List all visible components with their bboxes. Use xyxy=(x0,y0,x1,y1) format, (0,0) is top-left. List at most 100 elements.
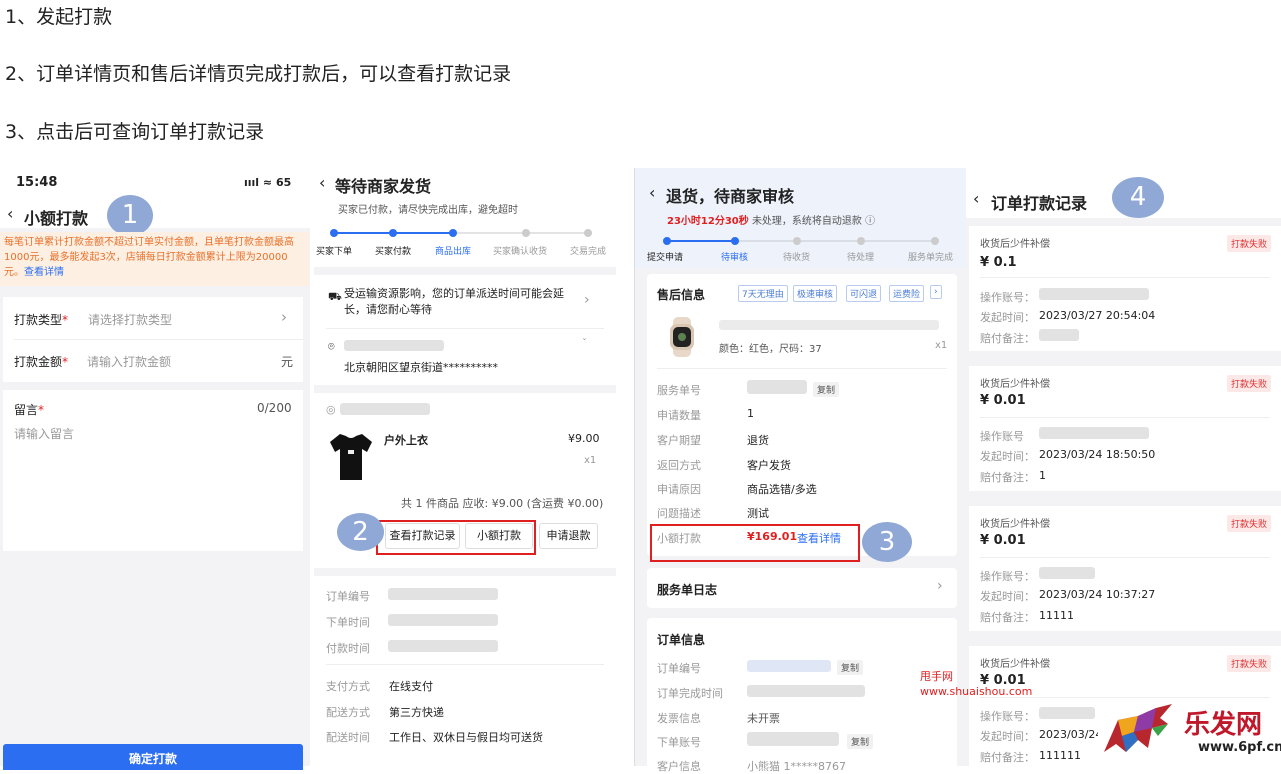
delivery-time-label: 配送时间 xyxy=(326,731,370,744)
countdown: 23小时12分30秒 未处理，系统将自动退款 ⓘ xyxy=(667,216,876,227)
message-card: 留言* 0/200 请输入留言 xyxy=(3,390,303,551)
apply-count-value: 1 xyxy=(747,407,754,420)
product-price: ¥9.00 xyxy=(568,432,600,445)
record-time-label: 发起时间： xyxy=(980,590,1035,603)
tag-flash-refund: 可闪退 xyxy=(846,285,882,302)
chevron-right-icon[interactable]: › xyxy=(584,292,590,308)
expectation-label: 客户期望 xyxy=(657,434,701,447)
copy-service-no-button[interactable]: 复制 xyxy=(813,382,840,397)
product-quantity: x1 xyxy=(935,340,948,351)
step-2-text: 2、订单详情页和售后详情页完成打款后，可以查看打款记录 xyxy=(5,63,512,85)
step-marker-4: 4 xyxy=(1112,177,1164,218)
highlight-box-2 xyxy=(376,520,536,555)
record-status-badge: 打款失败 xyxy=(1227,515,1272,532)
location-pin-icon: ⌾ xyxy=(328,340,335,353)
delivery-method-label: 配送方式 xyxy=(326,706,370,719)
panel-micro-payment: 15:48 ıııl ≈ 65 ‹ 小额打款 1 每笔订单累计打款金额不超过订单… xyxy=(0,168,310,770)
record-time: 2023/03/27 20:54:04 xyxy=(1039,309,1156,322)
notice-detail-link[interactable]: 查看详情 xyxy=(24,267,64,278)
amount-label: 打款金额* xyxy=(14,355,69,369)
customer-info-value: 小熊猫 1*****8767 xyxy=(747,760,846,773)
record-account-label: 操作账号： xyxy=(980,291,1035,304)
order-info-title: 订单信息 xyxy=(657,633,706,647)
pay-time-label: 付款时间 xyxy=(326,642,370,655)
step-marker-1: 1 xyxy=(107,195,153,236)
tags-more-icon[interactable]: › xyxy=(930,285,942,299)
record-status-badge: 打款失败 xyxy=(1227,235,1272,252)
back-arrow-icon[interactable]: ‹ xyxy=(973,189,979,208)
pay-method-label: 支付方式 xyxy=(326,680,370,693)
description-label: 问题描述 xyxy=(657,507,701,520)
record-note-label: 赔付备注： xyxy=(980,471,1035,484)
pay-method-value: 在线支付 xyxy=(389,680,433,693)
record-status-badge: 打款失败 xyxy=(1227,375,1272,392)
step-marker-2: 2 xyxy=(337,513,384,551)
logo-text: 乐发网 xyxy=(1184,710,1263,740)
site-watermark-url: www.shuaishou.com xyxy=(920,685,1033,698)
invoice-value: 未开票 xyxy=(747,712,780,725)
shop-icon: ◎ xyxy=(326,403,336,416)
tag-shipping-insurance: 运费险 xyxy=(889,285,925,302)
order-no-label: 订单编号 xyxy=(657,662,701,675)
tag-7day: 7天无理由 xyxy=(738,285,788,302)
aftersale-info-card: 售后信息 7天无理由 极速审核 可闪退 运费险 › 颜色：红色，尺码：37 x1… xyxy=(647,274,957,556)
aftersale-status-title: 退货，待商家审核 xyxy=(666,187,795,206)
limit-notice: 每笔订单累计打款金额不超过订单实付金额，且单笔打款金额最高1000元，最多能发起… xyxy=(0,232,309,286)
tag-fast-review: 极速审核 xyxy=(793,285,838,302)
watch-product-image xyxy=(661,316,703,358)
copy-order-no-button[interactable]: 复制 xyxy=(837,660,864,675)
record-note: 11111 xyxy=(1039,609,1074,622)
confirm-payment-button[interactable]: 确定打款 xyxy=(3,744,303,770)
chevron-right-icon: › xyxy=(937,578,943,594)
form-card: 打款类型* 请选择打款类型 › 打款金额* 请输入打款金额 元 xyxy=(3,297,303,382)
record-type: 收货后少件补偿 xyxy=(980,659,1050,670)
message-textarea[interactable]: 请输入留言 xyxy=(14,425,74,442)
record-note-label: 赔付备注： xyxy=(980,611,1035,624)
delivery-method-value: 第三方快递 xyxy=(389,706,444,719)
record-type: 收货后少件补偿 xyxy=(980,379,1050,390)
message-counter: 0/200 xyxy=(257,401,292,415)
order-summary: 共 1 件商品 应收: ¥9.00 (含运费 ¥0.00) xyxy=(401,497,604,510)
record-time-label: 发起时间： xyxy=(980,450,1035,463)
order-time-label: 下单时间 xyxy=(326,616,370,629)
service-log-row[interactable]: 服务单日志 › xyxy=(647,568,957,608)
site-watermark-name: 甩手网 xyxy=(920,670,953,683)
records-title: 订单打款记录 xyxy=(991,194,1088,213)
product-image xyxy=(326,428,376,486)
record-type: 收货后少件补偿 xyxy=(980,519,1050,530)
record-amount: ¥ 0.01 xyxy=(980,393,1026,408)
highlight-box-3 xyxy=(650,524,860,562)
apply-count-label: 申请数量 xyxy=(657,409,701,422)
back-arrow-icon[interactable]: ‹ xyxy=(319,173,325,192)
record-time: 2023/03/24 18:50:50 xyxy=(1039,448,1156,461)
reason-value: 商品选错/多选 xyxy=(747,483,817,496)
record-account-label: 操作账号： xyxy=(980,710,1035,723)
back-arrow-icon[interactable]: ‹ xyxy=(7,204,13,223)
status-time: 15:48 xyxy=(16,175,58,190)
shipping-address: 北京朝阳区望京街道********** xyxy=(344,361,498,374)
amount-unit: 元 xyxy=(281,355,294,369)
product-quantity: x1 xyxy=(584,455,597,466)
order-info-card: 订单信息 订单编号 复制 订单完成时间 发票信息 未开票 下单账号 复制 客户信… xyxy=(647,618,957,773)
apply-refund-button[interactable]: 申请退款 xyxy=(539,523,598,549)
message-label: 留言* xyxy=(14,403,45,417)
record-account-label: 操作账号： xyxy=(980,570,1035,583)
copy-account-button[interactable]: 复制 xyxy=(847,734,874,749)
description-value: 测试 xyxy=(747,507,769,520)
logo-url: www.6pf.cn xyxy=(1198,740,1281,755)
record-time-label: 发起时间： xyxy=(980,311,1035,324)
expectation-value: 退货 xyxy=(747,434,769,447)
type-select[interactable]: 请选择打款类型 xyxy=(88,311,172,328)
chevron-down-icon[interactable]: ˇ xyxy=(582,338,587,349)
truck-icon: ⛟ xyxy=(328,290,342,303)
panel-aftersale-detail: ‹ 退货，待商家审核 23小时12分30秒 未处理，系统将自动退款 ⓘ 提交申请… xyxy=(634,168,967,773)
record-account-label: 操作账号 xyxy=(980,430,1024,443)
service-log-title: 服务单日志 xyxy=(657,583,718,597)
step-1-text: 1、发起打款 xyxy=(5,6,113,28)
payment-record-card: 收货后少件补偿 打款失败 ¥ 0.01 操作账号： 发起时间： 2023/03/… xyxy=(969,506,1281,631)
back-arrow-icon[interactable]: ‹ xyxy=(649,183,655,202)
payment-record-card: 收货后少件补偿 打款失败 ¥ 0.01 操作账号 发起时间： 2023/03/2… xyxy=(969,366,1281,491)
amount-input[interactable]: 请输入打款金额 xyxy=(87,353,171,370)
record-note-label: 赔付备注： xyxy=(980,751,1035,764)
customer-info-label: 客户信息 xyxy=(657,760,701,773)
